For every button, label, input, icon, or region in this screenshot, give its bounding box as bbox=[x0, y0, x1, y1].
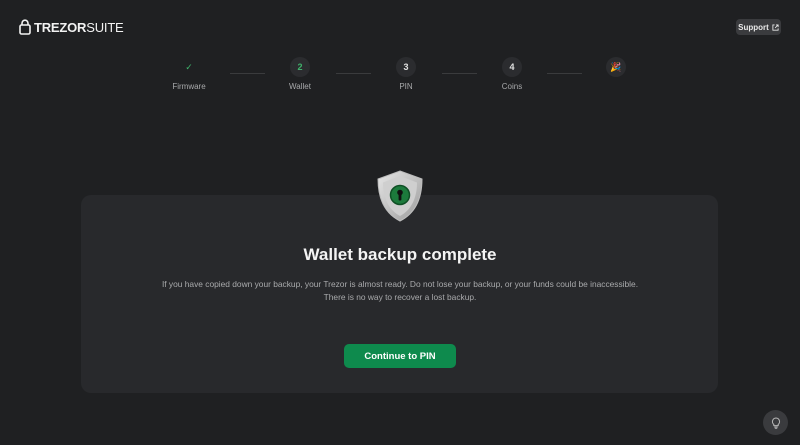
shield-keyhole-icon bbox=[377, 170, 423, 222]
logo-text: TREZORSUITE bbox=[34, 20, 124, 35]
step-final: 🎉 bbox=[586, 57, 646, 82]
onboarding-page: TREZORSUITE Support ✓ Firmware 2 Wallet … bbox=[0, 0, 800, 445]
step-connector bbox=[336, 73, 371, 74]
external-link-icon bbox=[772, 23, 779, 31]
step-wallet: 2 Wallet bbox=[270, 57, 330, 91]
step-pin: 3 PIN bbox=[376, 57, 436, 91]
card-title: Wallet backup complete bbox=[303, 245, 497, 264]
step-label: Firmware bbox=[172, 82, 206, 91]
step-connector bbox=[547, 73, 582, 74]
step-label: Coins bbox=[501, 82, 523, 91]
lock-icon bbox=[19, 19, 31, 35]
step-label: Wallet bbox=[289, 82, 311, 91]
checkmark-icon: ✓ bbox=[185, 61, 193, 72]
logo-brand: TREZOR bbox=[34, 19, 87, 35]
lightbulb-icon bbox=[771, 416, 780, 429]
logo-product: SUITE bbox=[86, 19, 124, 35]
step-number: 4 bbox=[502, 57, 522, 77]
step-number: 3 bbox=[396, 57, 416, 77]
step-label: PIN bbox=[399, 82, 413, 91]
support-button[interactable]: Support bbox=[736, 19, 781, 35]
tips-button[interactable] bbox=[763, 410, 788, 435]
step-connector bbox=[442, 73, 477, 74]
support-label: Support bbox=[738, 22, 769, 32]
card-description: If you have copied down your backup, you… bbox=[161, 279, 639, 302]
step-connector bbox=[230, 73, 265, 74]
step-coins: 4 Coins bbox=[482, 57, 542, 91]
trezor-suite-logo: TREZORSUITE bbox=[19, 18, 124, 36]
party-popper-icon: 🎉 bbox=[606, 57, 626, 77]
step-number: 2 bbox=[290, 57, 310, 77]
continue-to-pin-button[interactable]: Continue to PIN bbox=[344, 344, 456, 368]
step-firmware: ✓ Firmware bbox=[159, 57, 219, 92]
